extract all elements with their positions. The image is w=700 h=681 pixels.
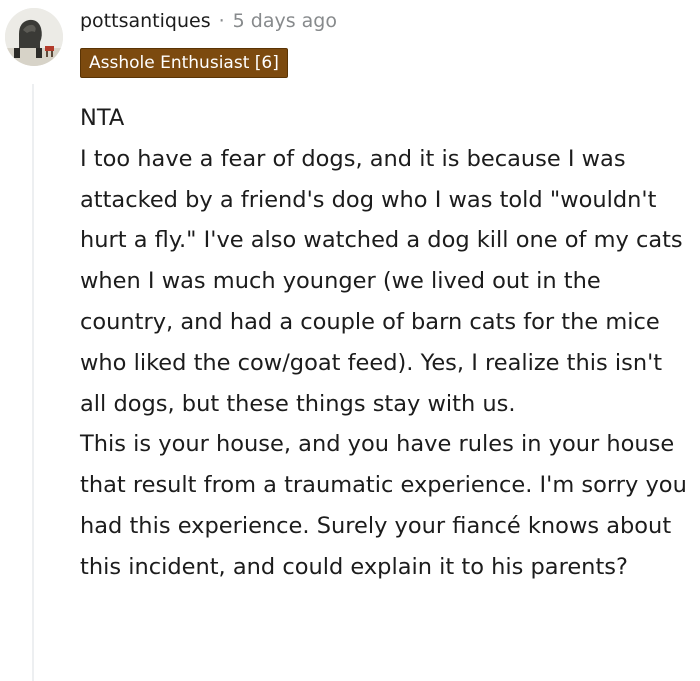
comment-meta: pottsantiques · 5 days ago: [80, 6, 337, 36]
username-link[interactable]: pottsantiques: [80, 10, 211, 32]
comment-paragraph: NTA: [80, 105, 125, 131]
comment: pottsantiques · 5 days ago Asshole Enthu…: [0, 0, 700, 681]
user-flair-badge: Asshole Enthusiast [6]: [80, 48, 288, 78]
thread-collapse-line[interactable]: [32, 84, 34, 681]
comment-paragraph: This is your house, and you have rules i…: [80, 431, 687, 580]
avatar-photo-icon: [5, 8, 63, 66]
meta-separator: ·: [218, 10, 225, 32]
user-avatar[interactable]: [5, 8, 63, 66]
comment-paragraph: I too have a fear of dogs, and it is bec…: [80, 145, 683, 417]
comment-timestamp[interactable]: 5 days ago: [233, 10, 337, 32]
comment-body: NTA I too have a fear of dogs, and it is…: [80, 98, 690, 588]
